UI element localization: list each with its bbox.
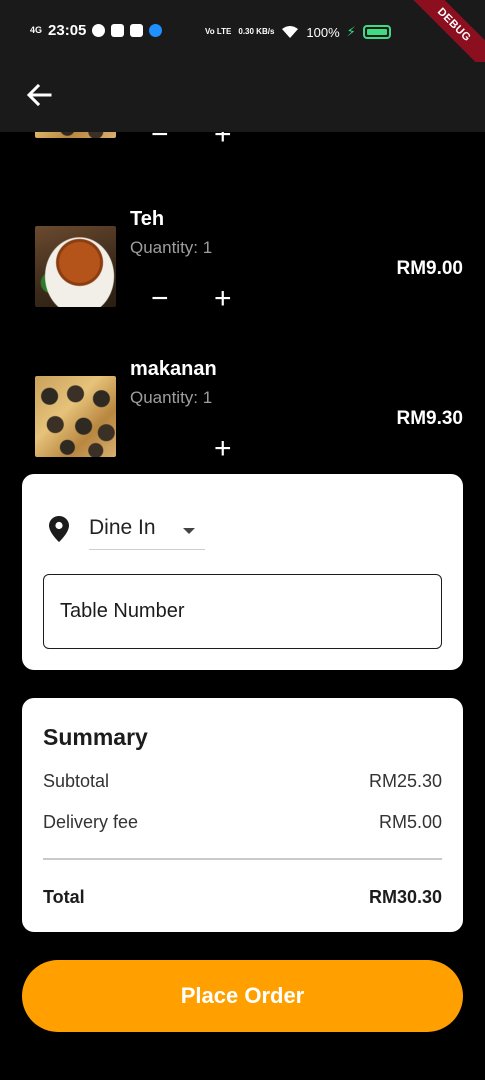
battery-icon [362,25,391,39]
decrease-quantity-button[interactable]: − [151,132,169,150]
total-row: Total RM30.30 [43,887,442,908]
network-speed: 0.30 KB/s [238,27,275,36]
youtube-icon [130,24,144,37]
item-name: makanan [130,358,217,380]
total-label: Total [43,887,85,907]
wifi-icon [282,26,299,38]
summary-title: Summary [43,724,148,750]
tea-image [35,226,116,307]
summary-card: Summary Subtotal RM25.30 Delivery fee RM… [22,698,463,932]
notification-icon [111,24,125,37]
order-type-dropdown[interactable]: Dine In [89,510,205,550]
item-price: RM9.00 [396,258,463,279]
item-price: RM9.30 [396,408,463,429]
decrease-quantity-button[interactable]: − [151,284,169,314]
item-name: Teh [130,208,165,230]
status-left: 4G 23:05 [30,22,163,39]
total-value: RM30.30 [368,887,442,907]
volte-indicator: Vo LTE [205,27,232,36]
cart-item: makanan Quantity: 1 RM9.30 + [0,354,485,462]
subtotal-value: RM25.30 [368,771,442,791]
subtotal-label: Subtotal [43,771,110,791]
item-quantity: Quantity: 1 [130,388,213,407]
dropdown-caret-icon [183,528,195,534]
cart-item: − + [0,132,485,164]
food-image [35,376,116,457]
item-quantity: Quantity: 1 [130,238,213,257]
location-pin-icon [49,516,69,542]
network-indicator: 4G [30,25,43,35]
battery-percent: 100% [306,24,340,40]
whatsapp-icon [92,24,106,37]
order-type-card: Dine In [22,474,463,670]
cart-item: Teh Quantity: 1 RM9.00 − + [0,204,485,314]
cart-list[interactable]: − + Teh Quantity: 1 RM9.00 − + makanan Q… [0,132,485,462]
increase-quantity-button[interactable]: + [214,434,232,463]
table-number-input[interactable] [43,574,442,649]
divider [43,858,442,860]
delivery-fee-label: Delivery fee [43,812,139,832]
place-order-button[interactable]: Place Order [22,960,463,1032]
food-image [35,132,116,138]
status-bar: 4G 23:05 Vo LTE 0.30 KB/s 100% ⚡ DEBUG [0,0,485,79]
back-arrow-icon[interactable] [24,80,54,110]
increase-quantity-button[interactable]: + [214,284,232,314]
clock: 23:05 [48,22,87,39]
charging-icon: ⚡ [346,24,356,39]
increase-quantity-button[interactable]: + [214,132,232,150]
app-notification-icon [149,24,163,37]
delivery-fee-row: Delivery fee RM5.00 [43,812,442,833]
subtotal-row: Subtotal RM25.30 [43,771,442,792]
status-right: Vo LTE 0.30 KB/s 100% ⚡ [205,24,391,40]
app-bar [0,62,485,132]
delivery-fee-value: RM5.00 [378,812,442,832]
order-type-selected: Dine In [89,516,156,539]
